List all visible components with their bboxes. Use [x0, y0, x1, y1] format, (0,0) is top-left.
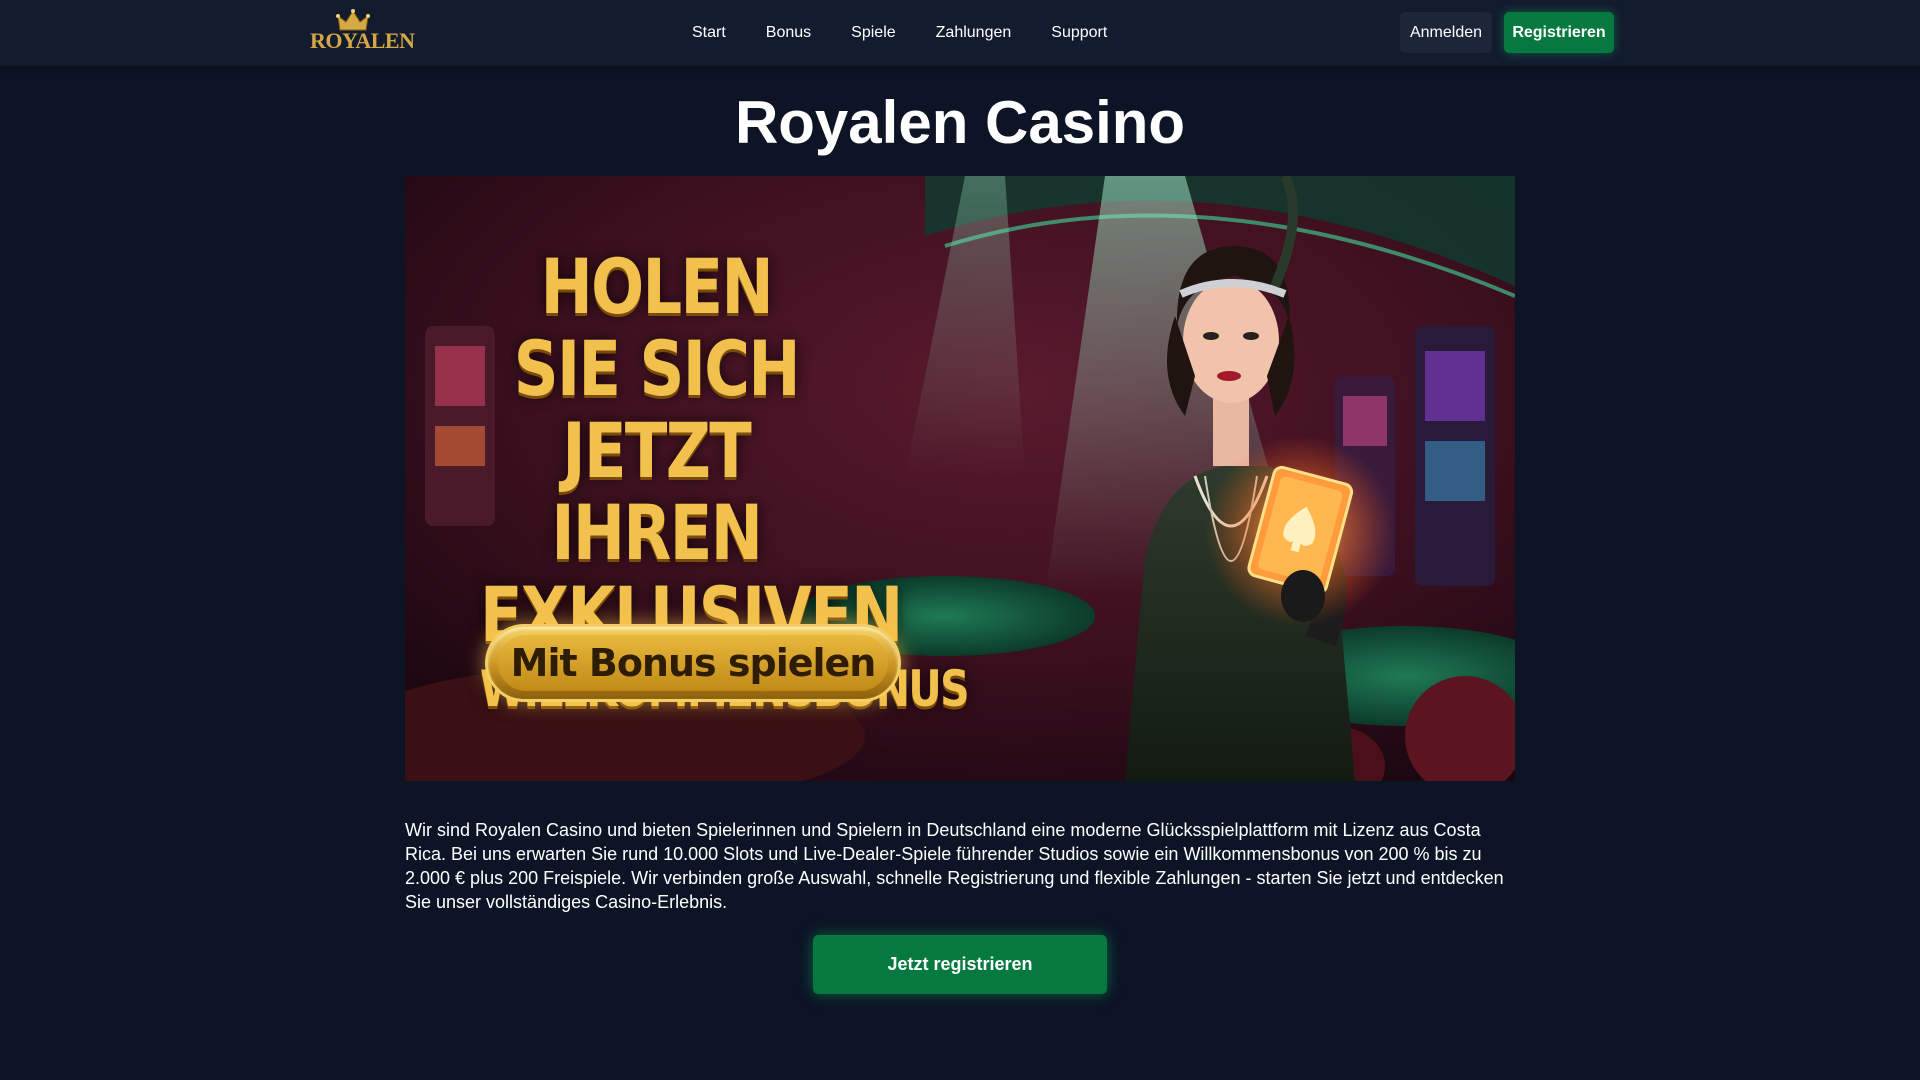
register-now-button[interactable]: Jetzt registrieren [813, 935, 1107, 994]
nav-bonus[interactable]: Bonus [746, 24, 831, 42]
main-nav: Start Bonus Spiele Zahlungen Support [672, 0, 1127, 66]
nav-spiele[interactable]: Spiele [831, 24, 915, 42]
page-title: Royalen Casino [734, 89, 1186, 156]
banner-headline-line-1: HOLEN SIE SICH [513, 242, 801, 413]
promo-banner[interactable]: HOLEN SIE SICH JETZT IHREN EXKLUSIVEN WI… [405, 176, 1515, 781]
top-navbar: ROYALEN Start Bonus Spiele Zahlungen Sup… [0, 0, 1920, 66]
royalen-logo[interactable]: ROYALEN [310, 8, 415, 54]
nav-support[interactable]: Support [1031, 24, 1127, 42]
nav-zahlungen[interactable]: Zahlungen [916, 24, 1032, 42]
logo-wordmark: ROYALEN [310, 28, 415, 53]
intro-paragraph: Wir sind Royalen Casino und bieten Spiel… [405, 820, 1504, 912]
banner-headline-line-2: JETZT IHREN [551, 406, 763, 577]
play-with-bonus-button[interactable]: Mit Bonus spielen [485, 624, 901, 702]
register-button[interactable]: Registrieren [1504, 12, 1614, 53]
login-button[interactable]: Anmelden [1400, 12, 1492, 53]
play-with-bonus-label: Mit Bonus spielen [498, 635, 888, 691]
nav-start[interactable]: Start [672, 24, 746, 42]
